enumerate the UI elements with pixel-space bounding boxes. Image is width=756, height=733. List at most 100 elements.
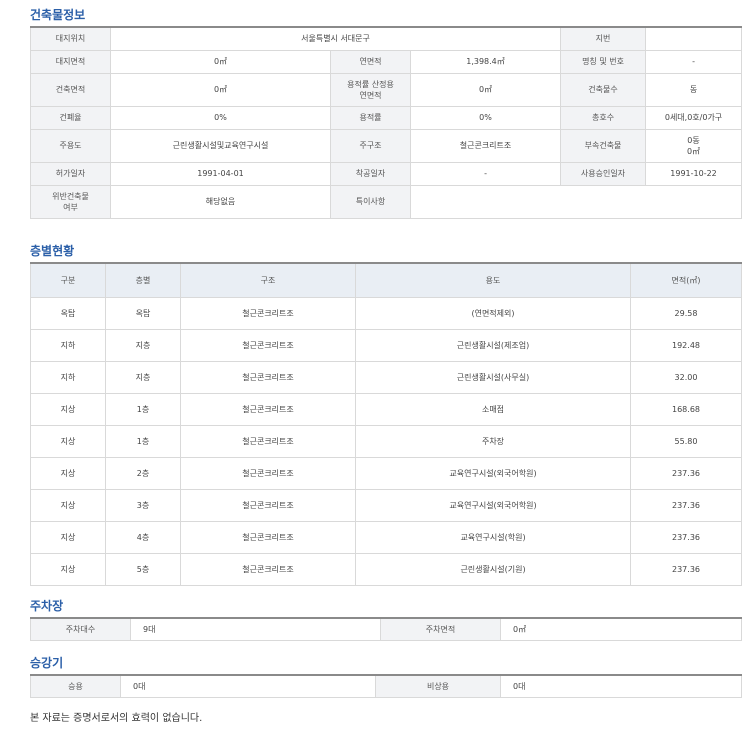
floor-row: 지하 지층 철근콘크리트조 근린생활시설(제조업) 192.48 bbox=[30, 328, 742, 362]
floor-cell: 29.58 bbox=[630, 296, 742, 330]
info-value bbox=[645, 26, 743, 51]
info-value: 0동 0㎡ bbox=[645, 128, 743, 163]
info-row: 허가일자 1991-04-01 착공일자 - 사용승인일자 1991-10-22 bbox=[30, 161, 743, 186]
floor-cell: 지상 bbox=[30, 488, 106, 522]
floor-row: 지상 4층 철근콘크리트조 교육연구시설(학원) 237.36 bbox=[30, 520, 742, 554]
info-value: 0㎡ bbox=[110, 49, 331, 74]
parking-count-label: 주차대수 bbox=[30, 617, 131, 641]
elevator-passenger-label: 승용 bbox=[30, 674, 121, 698]
info-label: 대지위치 bbox=[30, 26, 111, 51]
info-label: 건축물수 bbox=[560, 72, 647, 107]
info-label: 착공일자 bbox=[330, 161, 411, 186]
floor-cell: 소매점 bbox=[355, 392, 631, 426]
floor-header-cell: 구분 bbox=[30, 262, 106, 298]
floor-cell: 4층 bbox=[105, 520, 181, 554]
floor-row: 지상 1층 철근콘크리트조 주차장 55.80 bbox=[30, 424, 742, 458]
elevator-passenger-value: 0대 bbox=[120, 674, 376, 698]
info-value: 동 bbox=[645, 72, 743, 107]
info-row: 위반건축물 여부 해당없음 특이사항 bbox=[30, 184, 743, 219]
floor-cell: 237.36 bbox=[630, 456, 742, 490]
floor-cell: 55.80 bbox=[630, 424, 742, 458]
info-value bbox=[409, 184, 743, 219]
floor-cell: 지상 bbox=[30, 520, 106, 554]
floor-table-header: 구분 층별 구조 용도 면적(㎡) bbox=[30, 262, 742, 298]
parking-area-value: 0㎡ bbox=[500, 617, 742, 641]
floor-cell: 1층 bbox=[105, 392, 181, 426]
elevator-emergency-value: 0대 bbox=[500, 674, 742, 698]
parking-table: 주차대수 9대 주차면적 0㎡ bbox=[30, 617, 742, 641]
info-value: 0% bbox=[409, 105, 562, 130]
info-value: 0㎡ bbox=[110, 72, 331, 107]
floor-header-cell: 층별 bbox=[105, 262, 181, 298]
floor-cell: 철근콘크리트조 bbox=[180, 488, 356, 522]
info-value: 0% bbox=[110, 105, 331, 130]
floor-cell: 237.36 bbox=[630, 552, 742, 586]
info-value: 0㎡ bbox=[409, 72, 562, 107]
floor-cell: 철근콘크리트조 bbox=[180, 392, 356, 426]
parking-count-value: 9대 bbox=[130, 617, 381, 641]
floor-cell: 5층 bbox=[105, 552, 181, 586]
info-label: 주용도 bbox=[30, 128, 111, 163]
disclaimer-text: 본 자료는 증명서로서의 효력이 없습니다. bbox=[30, 713, 203, 724]
info-value: 1991-04-01 bbox=[110, 161, 331, 186]
info-label: 대지면적 bbox=[30, 49, 111, 74]
floor-cell: 168.68 bbox=[630, 392, 742, 426]
info-label: 건폐율 bbox=[30, 105, 111, 130]
floor-cell: 근린생활시설(제조업) bbox=[355, 328, 631, 362]
info-label: 지번 bbox=[560, 26, 647, 51]
floor-cell: 철근콘크리트조 bbox=[180, 360, 356, 394]
floor-row: 지상 1층 철근콘크리트조 소매점 168.68 bbox=[30, 392, 742, 426]
info-label: 주구조 bbox=[330, 128, 411, 163]
floor-row: 지상 5층 철근콘크리트조 근린생활시설(기원) 237.36 bbox=[30, 552, 742, 586]
info-value: 0세대,0호/0가구 bbox=[645, 105, 743, 130]
floor-cell: 2층 bbox=[105, 456, 181, 490]
info-label: 연면적 bbox=[330, 49, 411, 74]
parking-row: 주차대수 9대 주차면적 0㎡ bbox=[30, 617, 742, 641]
info-label: 부속건축물 bbox=[560, 128, 647, 163]
info-value: 1991-10-22 bbox=[645, 161, 743, 186]
floor-cell: 철근콘크리트조 bbox=[180, 424, 356, 458]
floor-status-table: 구분 층별 구조 용도 면적(㎡) 옥탑 옥탑 철근콘크리트조 (연면적제외) 29.58 지하 지… bbox=[30, 262, 742, 586]
info-row: 주용도 근린생활시설및교육연구시설 주구조 철근콘크리트조 부속건축물 0동 0㎡ bbox=[30, 128, 743, 163]
parking-title: 주차장 bbox=[30, 599, 64, 613]
floor-cell: 철근콘크리트조 bbox=[180, 552, 356, 586]
floor-cell: 교육연구시설(외국어학원) bbox=[355, 488, 631, 522]
info-row: 대지위치 서울특별시 서대문구 지번 bbox=[30, 26, 743, 51]
parking-area-label: 주차면적 bbox=[380, 617, 501, 641]
info-row: 대지면적 0㎡ 연면적 1,398.4㎡ 명칭 및 번호 - bbox=[30, 49, 743, 74]
floor-cell: 지층 bbox=[105, 360, 181, 394]
info-label: 용적률 bbox=[330, 105, 411, 130]
floor-cell: 237.36 bbox=[630, 488, 742, 522]
floor-header-cell: 면적(㎡) bbox=[630, 262, 742, 298]
floor-row: 지하 지층 철근콘크리트조 근린생활시설(사무실) 32.00 bbox=[30, 360, 742, 394]
floor-cell: 철근콘크리트조 bbox=[180, 296, 356, 330]
floor-cell: 192.48 bbox=[630, 328, 742, 362]
info-value: 해당없음 bbox=[110, 184, 331, 219]
elevator-emergency-label: 비상용 bbox=[375, 674, 501, 698]
elevator-table: 승용 0대 비상용 0대 bbox=[30, 674, 742, 698]
floor-cell: 교육연구시설(외국어학원) bbox=[355, 456, 631, 490]
floor-cell: (연면적제외) bbox=[355, 296, 631, 330]
elevator-row: 승용 0대 비상용 0대 bbox=[30, 674, 742, 698]
info-value: - bbox=[409, 161, 562, 186]
info-label: 특이사항 bbox=[330, 184, 411, 219]
floor-row: 지상 3층 철근콘크리트조 교육연구시설(외국어학원) 237.36 bbox=[30, 488, 742, 522]
floor-cell: 교육연구시설(학원) bbox=[355, 520, 631, 554]
floor-cell: 철근콘크리트조 bbox=[180, 520, 356, 554]
info-label: 용적률 산정용 연면적 bbox=[330, 72, 411, 107]
building-info-title: 건축물정보 bbox=[30, 8, 86, 22]
floor-cell: 지상 bbox=[30, 552, 106, 586]
floor-cell: 옥탑 bbox=[105, 296, 181, 330]
floor-cell: 철근콘크리트조 bbox=[180, 328, 356, 362]
floor-cell: 지하 bbox=[30, 328, 106, 362]
floor-cell: 1층 bbox=[105, 424, 181, 458]
floor-cell: 3층 bbox=[105, 488, 181, 522]
floor-row: 옥탑 옥탑 철근콘크리트조 (연면적제외) 29.58 bbox=[30, 296, 742, 330]
building-info-table: 대지위치 서울특별시 서대문구 지번 대지면적 0㎡ 연면적 1,398.4㎡ 명칭 및 번호… bbox=[30, 26, 743, 219]
floor-cell: 237.36 bbox=[630, 520, 742, 554]
floor-cell: 주차장 bbox=[355, 424, 631, 458]
floor-cell: 지하 bbox=[30, 360, 106, 394]
floor-cell: 철근콘크리트조 bbox=[180, 456, 356, 490]
info-value: - bbox=[645, 49, 743, 74]
floor-cell: 근린생활시설(기원) bbox=[355, 552, 631, 586]
